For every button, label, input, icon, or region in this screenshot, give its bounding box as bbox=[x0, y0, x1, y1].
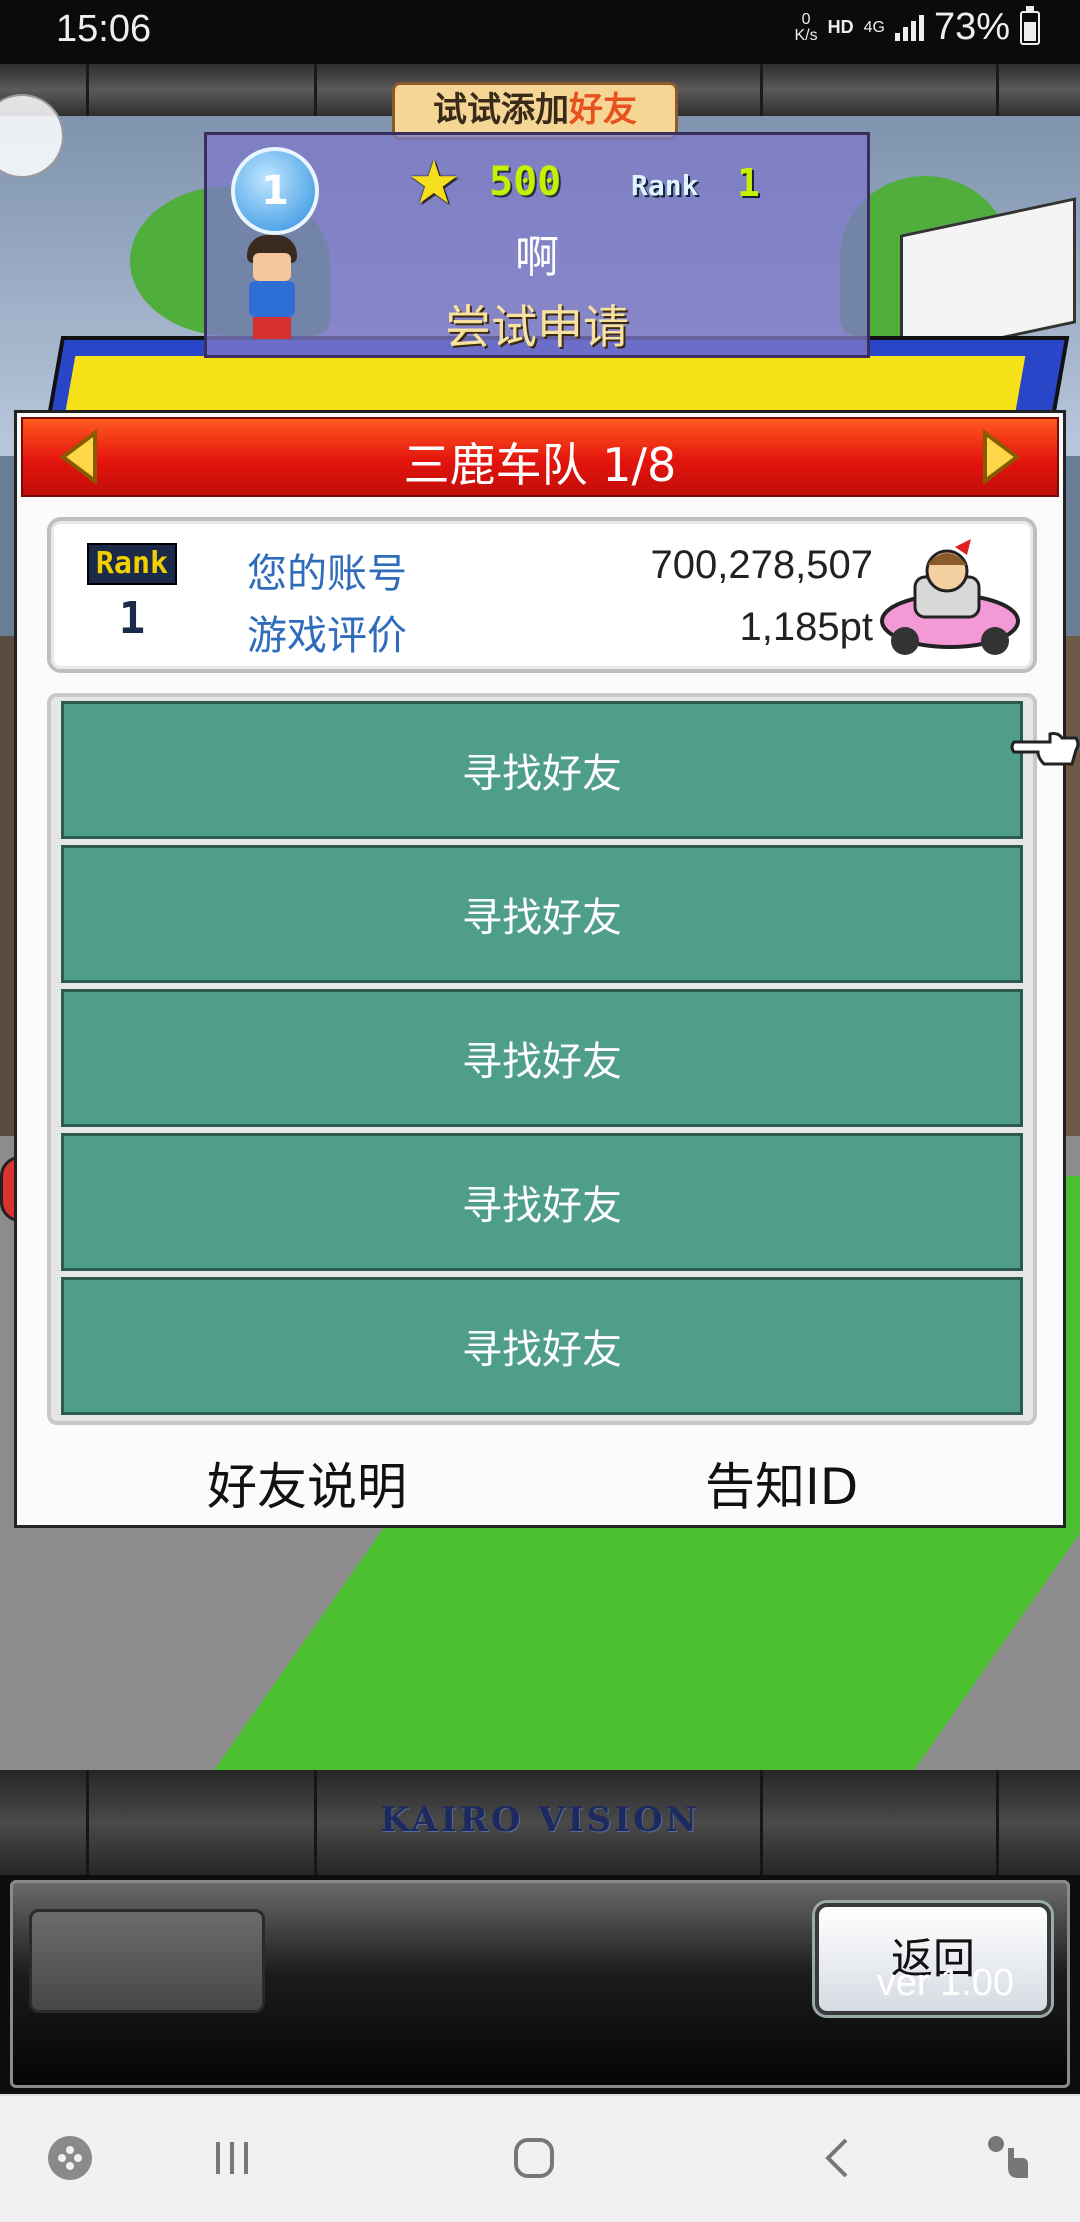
system-nav-bar bbox=[0, 2094, 1080, 2222]
account-value: 700,278,507 bbox=[650, 543, 873, 587]
player-name: 啊 bbox=[515, 232, 559, 283]
network-speed: 0 K/s bbox=[794, 10, 818, 44]
panel-links: 好友说明 告知ID bbox=[17, 1437, 1063, 1517]
back-icon[interactable] bbox=[808, 2128, 868, 2188]
battery-icon bbox=[1020, 5, 1040, 45]
rank-label: Rank bbox=[631, 169, 699, 202]
rank-badge-value: 1 bbox=[118, 593, 146, 644]
game-area: 试试添加好友 1 ★ 500 Rank 1 啊 尝试申请 三鹿车队 1/8 Ra… bbox=[0, 64, 1080, 1770]
kairo-vision-logo: KAIRO VISION bbox=[380, 1800, 700, 1840]
friend-slot-list: 寻找好友 寻找好友 寻找好友 寻找好友 寻找好友 bbox=[47, 693, 1037, 1425]
status-bar: 15:06 0 K/s HD 4G 73% bbox=[0, 0, 1080, 64]
find-friend-button[interactable]: 寻找好友 bbox=[61, 1277, 1023, 1415]
account-card: Rank 1 您的账号 700,278,507 游戏评价 1,185pt bbox=[47, 517, 1037, 673]
find-friend-button[interactable]: 寻找好友 bbox=[61, 845, 1023, 983]
pointing-hand-icon bbox=[1010, 724, 1080, 768]
battery-percent: 73% bbox=[933, 6, 1010, 48]
rating-value: 1,185pt bbox=[739, 605, 873, 649]
apply-button[interactable]: 尝试申请 bbox=[207, 291, 867, 357]
signal-icon bbox=[894, 14, 924, 41]
hd-indicator: HD bbox=[827, 17, 854, 37]
tag-highlight: 好友 bbox=[569, 90, 637, 130]
recents-icon[interactable] bbox=[202, 2128, 262, 2188]
accessibility-icon[interactable] bbox=[978, 2128, 1038, 2188]
rank-value: 1 bbox=[737, 161, 760, 205]
share-id-link[interactable]: 告知ID bbox=[705, 1447, 858, 1519]
rank-badge-label: Rank bbox=[87, 543, 177, 585]
account-label: 您的账号 bbox=[247, 551, 407, 597]
network-speed-unit: K/s bbox=[794, 26, 818, 44]
status-icons: 0 K/s HD 4G 73% bbox=[794, 5, 1040, 49]
rank-badge: Rank 1 bbox=[87, 543, 177, 644]
find-friend-button[interactable]: 寻找好友 bbox=[61, 989, 1023, 1127]
tag-prefix: 试试添加 bbox=[433, 90, 569, 130]
network-type: 4G bbox=[863, 18, 885, 36]
team-header: 三鹿车队 1/8 bbox=[21, 417, 1059, 497]
player-score: 500 bbox=[489, 159, 562, 205]
friends-panel: 三鹿车队 1/8 Rank 1 您的账号 700,278,507 游戏评价 1,… bbox=[14, 410, 1066, 1528]
find-friend-button[interactable]: 寻找好友 bbox=[61, 1133, 1023, 1271]
find-friend-button[interactable]: 寻找好友 bbox=[61, 701, 1023, 839]
next-team-arrow-icon[interactable] bbox=[971, 429, 1027, 485]
team-title: 三鹿车队 1/8 bbox=[403, 438, 677, 492]
status-time: 15:06 bbox=[56, 8, 152, 50]
game-launcher-icon[interactable] bbox=[40, 2128, 100, 2188]
friend-request-popup[interactable]: 1 ★ 500 Rank 1 啊 尝试申请 bbox=[204, 132, 870, 358]
version-label: ver 1.00 bbox=[876, 1962, 1014, 2004]
home-icon[interactable] bbox=[504, 2128, 564, 2188]
friend-help-link[interactable]: 好友说明 bbox=[207, 1447, 407, 1519]
blank-button[interactable] bbox=[29, 1909, 265, 2013]
network-speed-value: 0 bbox=[801, 10, 811, 28]
star-icon: ★ bbox=[407, 148, 461, 218]
pink-car-icon bbox=[875, 529, 1025, 659]
rating-label: 游戏评价 bbox=[247, 613, 407, 659]
